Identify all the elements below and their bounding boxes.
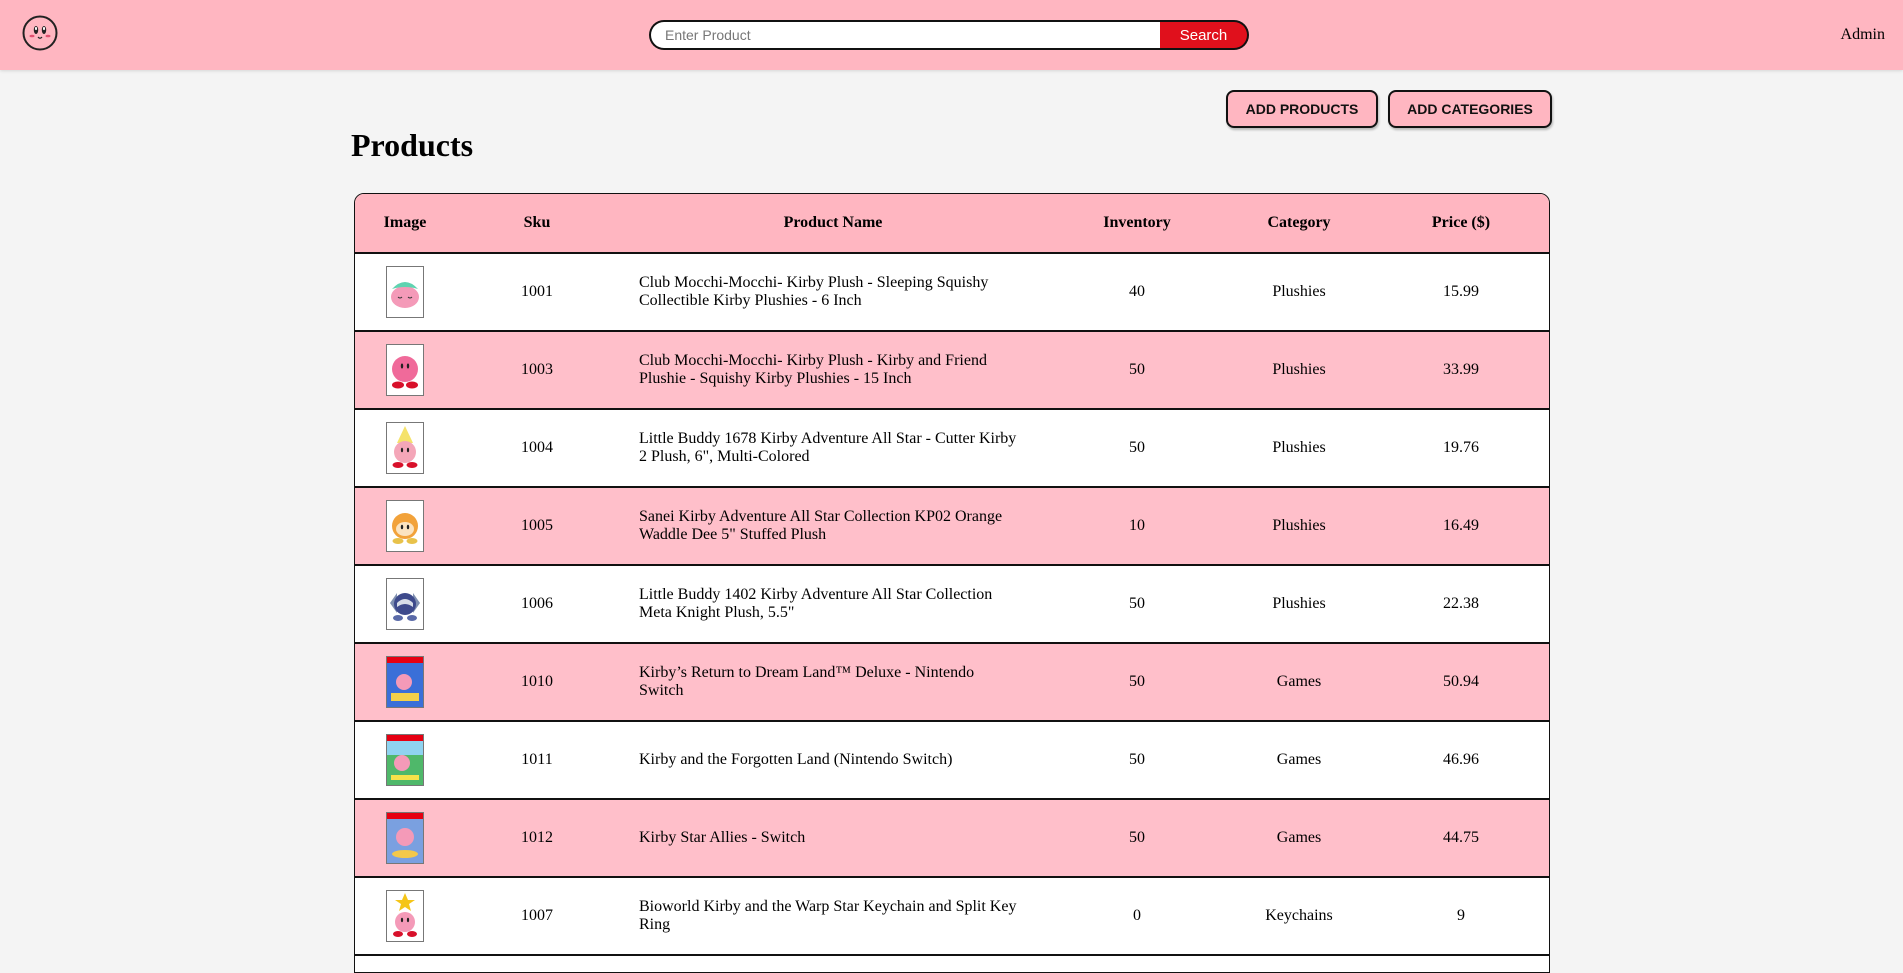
category-cell: Games bbox=[1227, 643, 1371, 722]
category-cell: Games bbox=[1227, 799, 1371, 878]
product-name-cell: Little Buddy 1678 Kirby Adventure All St… bbox=[619, 409, 1047, 488]
add-products-button[interactable]: ADD PRODUCTS bbox=[1226, 90, 1378, 128]
category-cell: Plushies bbox=[1227, 253, 1371, 332]
add-categories-button[interactable]: ADD CATEGORIES bbox=[1388, 90, 1552, 128]
price-cell: 44.75 bbox=[1371, 799, 1549, 878]
inventory-cell: 50 bbox=[1047, 721, 1227, 800]
table-header-row: Image Sku Product Name Inventory Categor… bbox=[355, 194, 1549, 254]
price-cell: 46.96 bbox=[1371, 721, 1549, 800]
product-image-cell bbox=[355, 331, 455, 410]
category-cell: Plushies bbox=[1227, 409, 1371, 488]
kirby-plushie-thumbnail[interactable] bbox=[386, 344, 424, 396]
product-name-cell: Kirby’s Return to Dream Land™ Deluxe - N… bbox=[619, 643, 1047, 722]
sku-cell: 1005 bbox=[455, 487, 619, 566]
inventory-cell: 0 bbox=[1047, 877, 1227, 956]
product-name-cell: Kirby and the Forgotten Land (Nintendo S… bbox=[619, 721, 1047, 800]
category-cell: Keychains bbox=[1227, 877, 1371, 956]
forgotten-land-box-thumbnail[interactable] bbox=[386, 734, 424, 786]
top-navbar: Search Admin bbox=[0, 0, 1903, 70]
category-cell: Plushies bbox=[1227, 331, 1371, 410]
category-cell: Plushies bbox=[1227, 487, 1371, 566]
table-row[interactable]: 1004 Little Buddy 1678 Kirby Adventure A… bbox=[355, 409, 1549, 488]
inventory-cell: 50 bbox=[1047, 331, 1227, 410]
table-row[interactable]: 1010 Kirby’s Return to Dream Land™ Delux… bbox=[355, 643, 1549, 722]
inventory-cell: 40 bbox=[1047, 253, 1227, 332]
column-header-price: Price ($) bbox=[1371, 194, 1549, 254]
table-row[interactable]: 1011 Kirby and the Forgotten Land (Ninte… bbox=[355, 721, 1549, 800]
sku-cell: 1010 bbox=[455, 643, 619, 722]
product-name-cell: Bioworld Kirby and the Warp Star Keychai… bbox=[619, 877, 1047, 956]
product-image-cell bbox=[355, 409, 455, 488]
sku-cell: 1011 bbox=[455, 721, 619, 800]
product-image-cell bbox=[355, 565, 455, 644]
price-cell: 50.94 bbox=[1371, 643, 1549, 722]
inventory-cell: 50 bbox=[1047, 565, 1227, 644]
products-table: Image Sku Product Name Inventory Categor… bbox=[355, 194, 1549, 956]
admin-user-link[interactable]: Admin bbox=[1841, 26, 1885, 44]
sku-cell: 1004 bbox=[455, 409, 619, 488]
table-row[interactable]: 1005 Sanei Kirby Adventure All Star Coll… bbox=[355, 487, 1549, 566]
inventory-cell: 50 bbox=[1047, 643, 1227, 722]
product-image-cell bbox=[355, 721, 455, 800]
star-allies-box-thumbnail[interactable] bbox=[386, 812, 424, 864]
table-row[interactable]: 1012 Kirby Star Allies - Switch 50 Games… bbox=[355, 799, 1549, 878]
search-bar: Search bbox=[649, 20, 1249, 50]
sku-cell: 1006 bbox=[455, 565, 619, 644]
column-header-image: Image bbox=[355, 194, 455, 254]
product-name-cell: Little Buddy 1402 Kirby Adventure All St… bbox=[619, 565, 1047, 644]
category-cell: Games bbox=[1227, 721, 1371, 800]
sku-cell: 1003 bbox=[455, 331, 619, 410]
product-image-cell bbox=[355, 487, 455, 566]
product-name-cell: Club Mocchi-Mocchi- Kirby Plush - Sleepi… bbox=[619, 253, 1047, 332]
column-header-inventory: Inventory bbox=[1047, 194, 1227, 254]
kirby-face-icon[interactable] bbox=[22, 15, 58, 51]
product-image-cell bbox=[355, 253, 455, 332]
column-header-product-name: Product Name bbox=[619, 194, 1047, 254]
sku-cell: 1007 bbox=[455, 877, 619, 956]
table-row[interactable]: 1003 Club Mocchi-Mocchi- Kirby Plush - K… bbox=[355, 331, 1549, 410]
sleeping-kirby-plush-thumbnail[interactable] bbox=[386, 266, 424, 318]
table-row[interactable]: 1007 Bioworld Kirby and the Warp Star Ke… bbox=[355, 877, 1549, 956]
price-cell: 9 bbox=[1371, 877, 1549, 956]
price-cell: 22.38 bbox=[1371, 565, 1549, 644]
product-image-cell bbox=[355, 799, 455, 878]
products-table-container: Image Sku Product Name Inventory Categor… bbox=[354, 193, 1550, 973]
table-row[interactable]: 1001 Club Mocchi-Mocchi- Kirby Plush - S… bbox=[355, 253, 1549, 332]
product-name-cell: Sanei Kirby Adventure All Star Collectio… bbox=[619, 487, 1047, 566]
return-to-dreamland-box-thumbnail[interactable] bbox=[386, 656, 424, 708]
price-cell: 16.49 bbox=[1371, 487, 1549, 566]
product-image-cell bbox=[355, 643, 455, 722]
category-cell: Plushies bbox=[1227, 565, 1371, 644]
price-cell: 19.76 bbox=[1371, 409, 1549, 488]
inventory-cell: 50 bbox=[1047, 409, 1227, 488]
price-cell: 33.99 bbox=[1371, 331, 1549, 410]
sku-cell: 1001 bbox=[455, 253, 619, 332]
sku-cell: 1012 bbox=[455, 799, 619, 878]
search-button[interactable]: Search bbox=[1160, 20, 1249, 50]
inventory-cell: 50 bbox=[1047, 799, 1227, 878]
waddle-dee-plush-thumbnail[interactable] bbox=[386, 500, 424, 552]
meta-knight-plush-thumbnail[interactable] bbox=[386, 578, 424, 630]
column-header-category: Category bbox=[1227, 194, 1371, 254]
cutter-kirby-plush-thumbnail[interactable] bbox=[386, 422, 424, 474]
price-cell: 15.99 bbox=[1371, 253, 1549, 332]
search-input[interactable] bbox=[649, 20, 1160, 50]
product-image-cell bbox=[355, 877, 455, 956]
page-title: Products bbox=[351, 127, 474, 163]
product-name-cell: Club Mocchi-Mocchi- Kirby Plush - Kirby … bbox=[619, 331, 1047, 410]
inventory-cell: 10 bbox=[1047, 487, 1227, 566]
warp-star-keychain-thumbnail[interactable] bbox=[386, 890, 424, 942]
column-header-sku: Sku bbox=[455, 194, 619, 254]
table-row[interactable]: 1006 Little Buddy 1402 Kirby Adventure A… bbox=[355, 565, 1549, 644]
product-name-cell: Kirby Star Allies - Switch bbox=[619, 799, 1047, 878]
